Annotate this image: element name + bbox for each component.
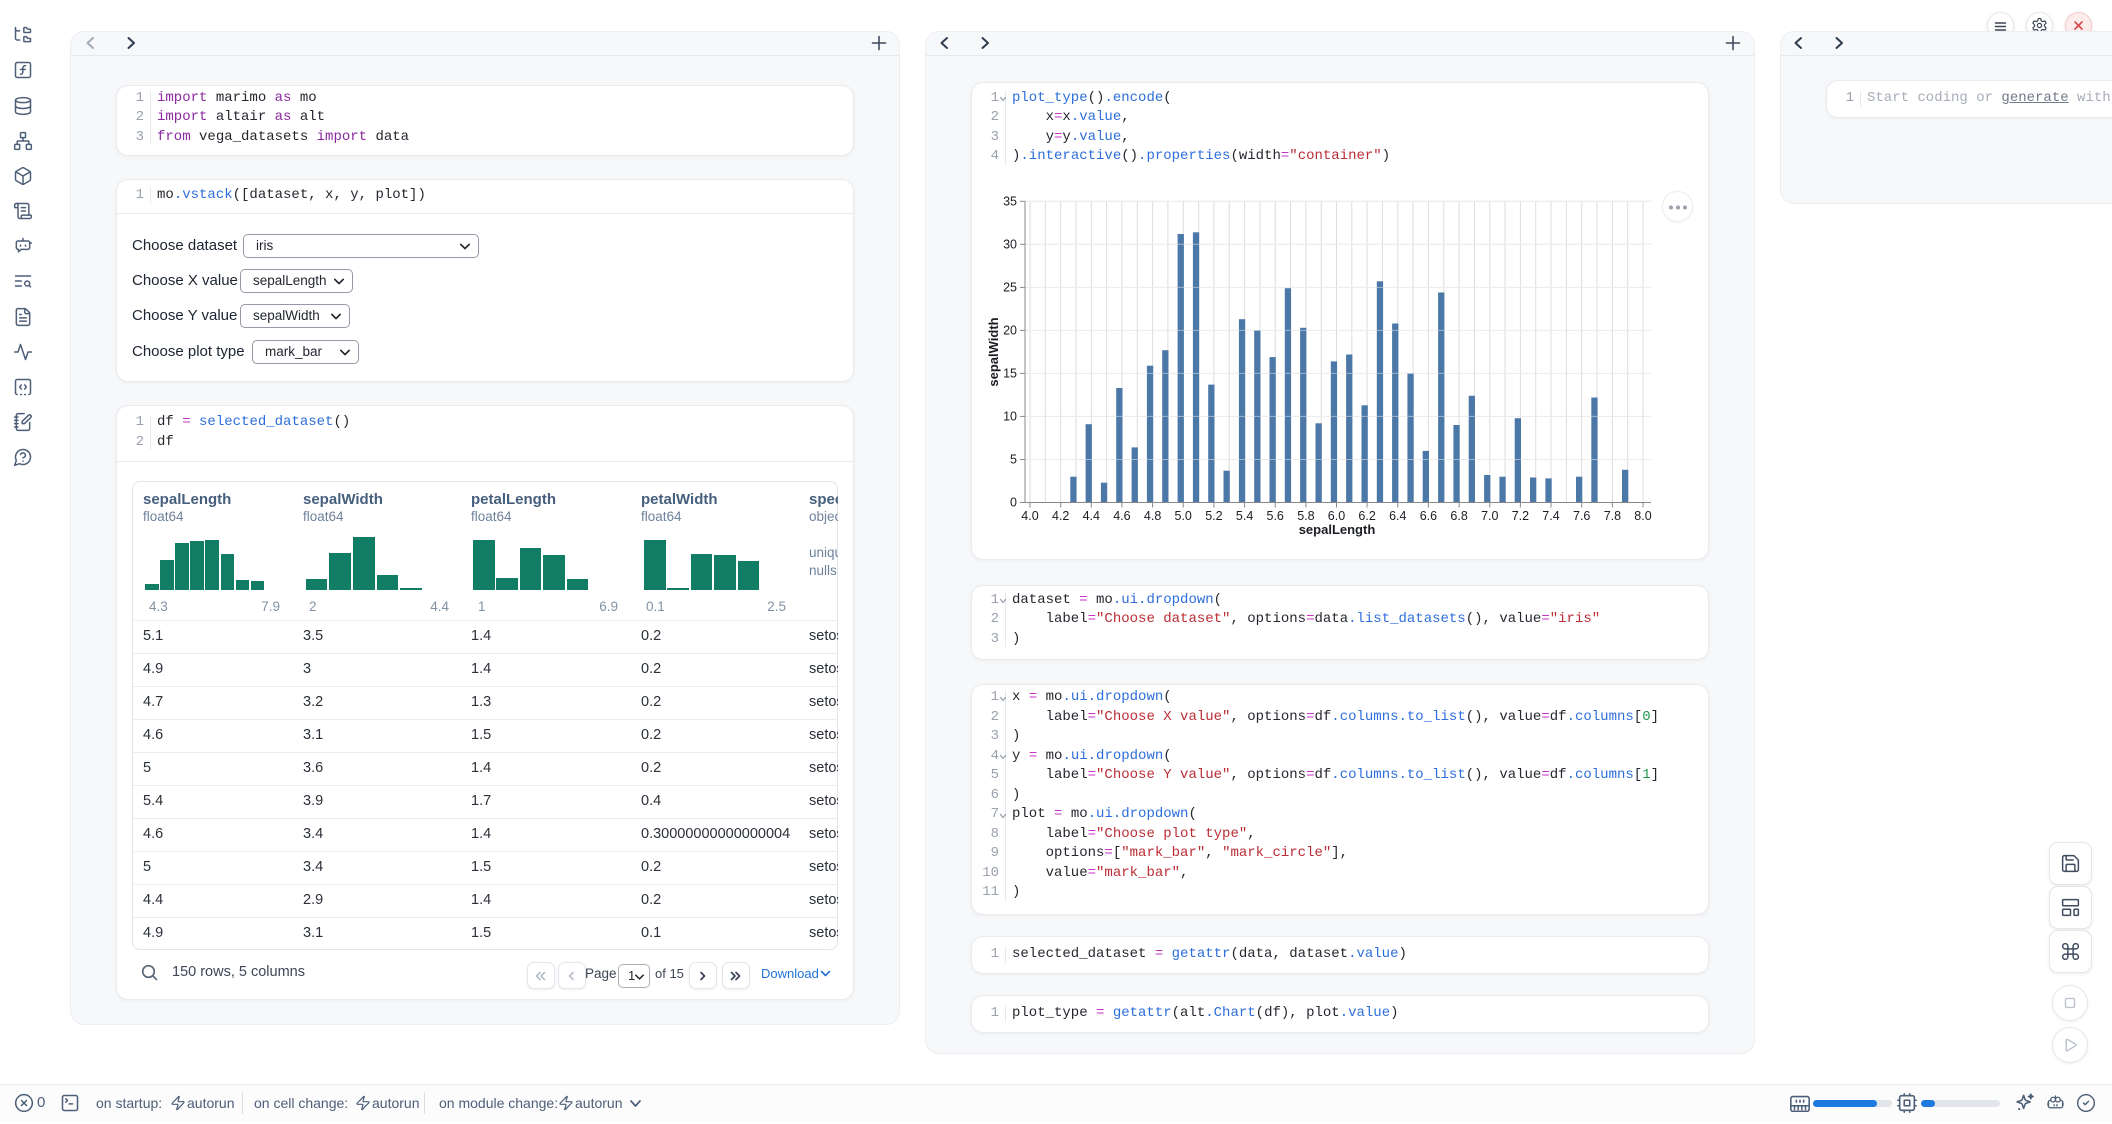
svg-text:5.4: 5.4 <box>1236 509 1253 523</box>
svg-text:4.2: 4.2 <box>1052 509 1069 523</box>
svg-text:6.2: 6.2 <box>1358 509 1375 523</box>
svg-text:sepalLength: sepalLength <box>1299 522 1376 537</box>
svg-text:4.8: 4.8 <box>1144 509 1161 523</box>
svg-text:35: 35 <box>1003 194 1017 208</box>
svg-text:7.8: 7.8 <box>1604 509 1621 523</box>
svg-text:4.4: 4.4 <box>1083 509 1100 523</box>
svg-text:6.0: 6.0 <box>1328 509 1345 523</box>
svg-text:0: 0 <box>1010 496 1017 510</box>
svg-text:5.6: 5.6 <box>1267 509 1284 523</box>
svg-text:6.4: 6.4 <box>1389 509 1406 523</box>
svg-text:6.6: 6.6 <box>1420 509 1437 523</box>
svg-text:8.0: 8.0 <box>1634 509 1651 523</box>
svg-text:5: 5 <box>1010 453 1017 467</box>
svg-text:7.2: 7.2 <box>1512 509 1529 523</box>
svg-text:7.4: 7.4 <box>1542 509 1559 523</box>
svg-text:7.6: 7.6 <box>1573 509 1590 523</box>
svg-text:4.6: 4.6 <box>1113 509 1130 523</box>
svg-text:5.0: 5.0 <box>1175 509 1192 523</box>
svg-text:10: 10 <box>1003 409 1017 423</box>
svg-text:15: 15 <box>1003 366 1017 380</box>
svg-text:4.0: 4.0 <box>1021 509 1038 523</box>
svg-text:5.2: 5.2 <box>1205 509 1222 523</box>
svg-text:25: 25 <box>1003 280 1017 294</box>
svg-text:5.8: 5.8 <box>1297 509 1314 523</box>
svg-text:sepalWidth: sepalWidth <box>986 317 1001 386</box>
svg-text:6.8: 6.8 <box>1450 509 1467 523</box>
svg-text:30: 30 <box>1003 237 1017 251</box>
svg-text:7.0: 7.0 <box>1481 509 1498 523</box>
svg-text:20: 20 <box>1003 323 1017 337</box>
